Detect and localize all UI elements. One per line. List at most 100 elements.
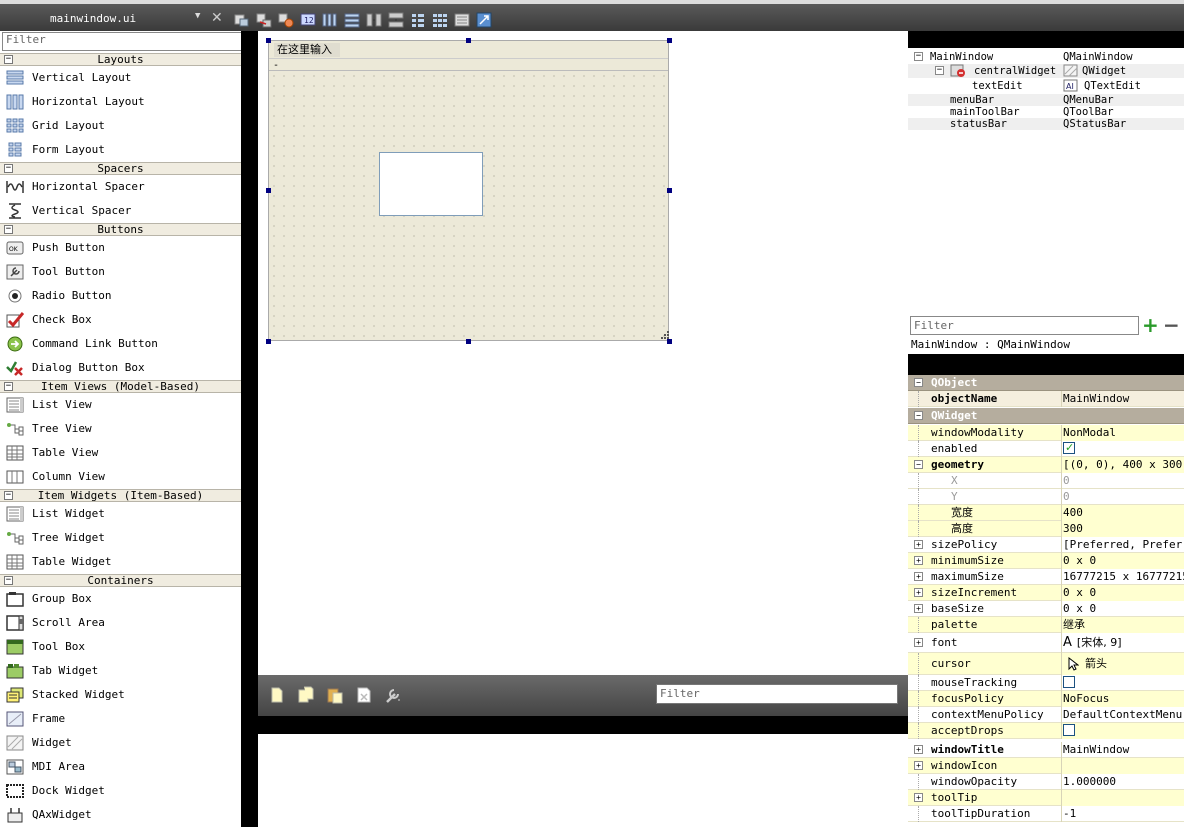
prop-sizepolicy[interactable]: + sizePolicy [Preferred, Preferr… [908,537,1184,553]
prop-geometry-y[interactable]: Y0 [908,489,1184,505]
category-spacers[interactable]: − Spacers [0,162,241,175]
prop-contextmenupolicy[interactable]: contextMenuPolicy DefaultContextMenu [908,707,1184,723]
text-edit-widget[interactable] [379,152,483,216]
prop-minimumsize[interactable]: + minimumSize 0 x 0 [908,553,1184,569]
selection-handle[interactable] [466,38,471,43]
lay-out-vertically-icon[interactable] [344,12,360,28]
widget-item-horizontal-spacer[interactable]: Horizontal Spacer [0,175,241,199]
collapse-icon[interactable]: − [4,55,13,64]
configure-icon[interactable] [384,686,402,704]
object-row-textedit[interactable]: textEdit AI QTextEdit [908,79,1184,93]
form-main-toolbar[interactable]: - [269,60,668,71]
selection-handle[interactable] [266,339,271,344]
expand-icon[interactable]: + [914,745,923,754]
object-row-menubar[interactable]: menuBar QMenuBar [908,94,1184,106]
category-layouts[interactable]: − Layouts [0,53,241,66]
edit-signals-slots-icon[interactable] [256,12,272,28]
widget-item-dialog-button-box[interactable]: Dialog Button Box [0,356,241,380]
form-menubar[interactable]: 在这里输入 [269,41,668,59]
edit-buddies-icon[interactable] [278,12,294,28]
widget-item-scroll-area[interactable]: Scroll Area [0,611,241,635]
collapse-icon[interactable]: − [935,66,944,75]
selection-handle[interactable] [667,38,672,43]
prop-windowmodality[interactable]: windowModality NonModal [908,425,1184,441]
expand-icon[interactable]: + [914,588,923,597]
edit-tab-order-icon[interactable]: 12 [300,12,316,28]
remove-dynamic-property-icon[interactable]: − [1163,314,1180,336]
prop-mousetracking[interactable]: mouseTracking [908,675,1184,691]
widget-item-tree-widget[interactable]: Tree Widget [0,526,241,550]
open-form-combo[interactable]: mainwindow.ui ▼ [2,9,207,27]
prop-sizeincrement[interactable]: + sizeIncrement 0 x 0 [908,585,1184,601]
mousetracking-checkbox[interactable] [1063,676,1075,688]
widget-item-push-button[interactable]: OK Push Button [0,236,241,260]
widget-item-check-box[interactable]: Check Box [0,308,241,332]
splitter-vertical-icon[interactable] [388,12,404,28]
expand-icon[interactable]: + [914,604,923,613]
menu-type-here-placeholder[interactable]: 在这里输入 [274,43,340,57]
expand-icon[interactable]: + [914,540,923,549]
widget-item-frame[interactable]: Frame [0,707,241,731]
delete-action-icon[interactable] [355,686,373,704]
new-action-icon[interactable] [268,686,286,704]
prop-geometry-height[interactable]: 高度 300 [908,521,1184,537]
property-filter-input[interactable]: Filter [910,316,1139,335]
widget-item-group-box[interactable]: Group Box [0,587,241,611]
widget-item-stacked-widget[interactable]: Stacked Widget [0,683,241,707]
widget-item-tree-view[interactable]: Tree View [0,417,241,441]
section-qwidget[interactable]: − QWidget [908,408,1184,424]
category-containers[interactable]: − Containers [0,574,241,587]
prop-maximumsize[interactable]: + maximumSize 16777215 x 16777215 [908,569,1184,585]
lay-out-in-grid-icon[interactable] [432,12,448,28]
widget-item-column-view[interactable]: Column View [0,465,241,489]
widget-item-list-widget[interactable]: List Widget [0,502,241,526]
expand-icon[interactable]: + [914,556,923,565]
lay-out-horizontally-icon[interactable] [322,12,338,28]
object-row-mainwindow[interactable]: − MainWindow QMainWindow [908,50,1184,64]
expand-icon[interactable]: + [914,761,923,770]
main-window-form[interactable]: 在这里输入 - [268,40,669,341]
widget-box-scrollbar[interactable] [241,31,258,827]
category-item-widgets[interactable]: − Item Widgets (Item-Based) [0,489,241,502]
splitter-horizontal-icon[interactable] [366,12,382,28]
action-list[interactable] [258,734,908,827]
acceptdrops-checkbox[interactable] [1063,724,1075,736]
prop-windowopacity[interactable]: windowOpacity 1.000000 [908,774,1184,790]
collapse-icon[interactable]: − [914,52,923,61]
close-form-icon[interactable]: ✕ [211,10,223,26]
action-filter-input[interactable]: Filter [656,684,898,704]
widget-item-tool-button[interactable]: Tool Button [0,260,241,284]
break-layout-icon[interactable] [454,12,470,28]
widget-item-dock-widget[interactable]: Dock Widget [0,779,241,803]
prop-windowtitle[interactable]: + windowTitle MainWindow [908,742,1184,758]
collapse-icon[interactable]: − [914,378,923,387]
prop-enabled[interactable]: enabled [908,441,1184,457]
selection-handle[interactable] [266,188,271,193]
prop-cursor[interactable]: cursor 箭头 [908,653,1184,675]
prop-font[interactable]: + font A [宋体, 9] [908,633,1184,653]
edit-widgets-icon[interactable] [234,12,250,28]
enabled-checkbox[interactable] [1063,441,1075,456]
collapse-icon[interactable]: − [4,382,13,391]
prop-acceptdrops[interactable]: acceptDrops [908,723,1184,739]
category-item-views[interactable]: − Item Views (Model-Based) [0,380,241,393]
expand-icon[interactable]: + [914,793,923,802]
widget-item-horizontal-layout[interactable]: Horizontal Layout [0,90,241,114]
paste-action-icon[interactable] [326,686,344,704]
prop-palette[interactable]: palette 继承 [908,617,1184,633]
widget-item-command-link-button[interactable]: Command Link Button [0,332,241,356]
widget-item-mdi-area[interactable]: MDI Area [0,755,241,779]
widget-item-widget[interactable]: Widget [0,731,241,755]
prop-tooltip[interactable]: + toolTip [908,790,1184,806]
expand-icon[interactable]: + [914,572,923,581]
widget-item-qaxwidget[interactable]: QAxWidget [0,803,241,827]
adjust-size-icon[interactable] [476,12,492,28]
collapse-icon[interactable]: − [4,225,13,234]
object-row-maintoolbar[interactable]: mainToolBar QToolBar [908,106,1184,118]
widget-box-filter-input[interactable]: Filter [2,32,241,51]
size-grip-icon[interactable] [660,330,670,340]
collapse-icon[interactable]: − [4,164,13,173]
object-row-statusbar[interactable]: statusBar QStatusBar [908,118,1184,130]
collapse-icon[interactable]: − [914,411,923,420]
collapse-icon[interactable]: − [4,576,13,585]
